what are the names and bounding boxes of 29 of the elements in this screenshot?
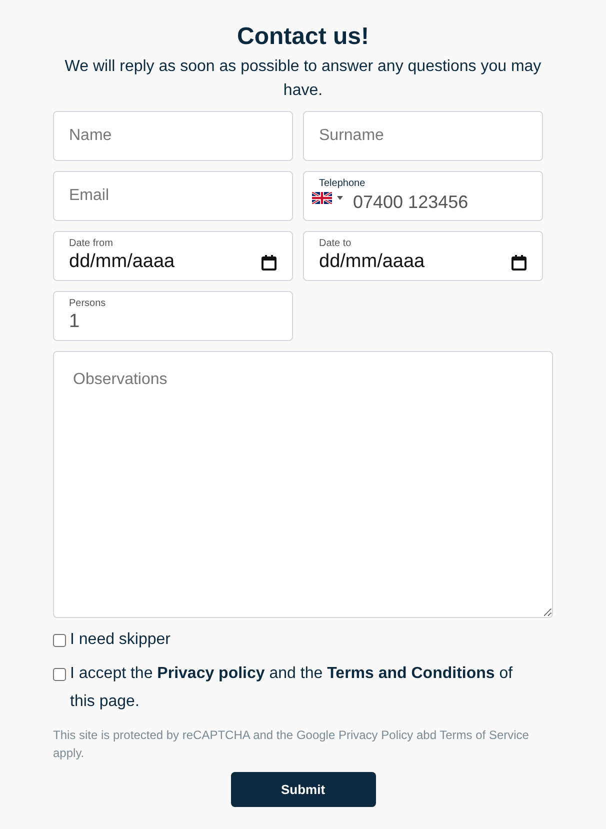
date-field[interactable]: Date from dd/mm/aaaa [53,231,293,281]
field-value: dd/mm/aaaa [69,250,175,274]
calendar-icon[interactable] [511,254,527,270]
field-label: Persons [69,298,107,310]
telephone-field[interactable]: Telephone 07400 123456 [303,171,543,221]
telephone-input[interactable]: 07400 123456 [353,190,523,214]
field-label: Date from [69,238,114,250]
field-label: Date to [319,238,352,250]
calendar-icon[interactable] [261,254,277,270]
field-value: dd/mm/aaaa [319,250,425,274]
caret-icon [337,196,343,200]
submit-button[interactable]: Submit [230,772,376,807]
country-selector[interactable] [312,192,343,204]
text-field[interactable]: Email [53,171,293,221]
number-field[interactable]: Persons 1 [53,291,293,341]
checkbox-label: I need skipper [70,630,171,650]
flag-icon[interactable] [312,192,332,204]
field-label: Telephone [319,178,366,190]
observations-field[interactable]: Observations [53,351,553,618]
text-field[interactable]: Surname [303,111,543,161]
checkbox[interactable] [53,668,66,681]
checkbox-label: I accept the Privacy policy and the Terms and Conditions of this page. [70,664,514,712]
recaptcha-notice: This site is protected by reCAPTCHA and the Google Privacy Policy abd Terms of Service apply. [53,727,530,762]
checkbox[interactable] [53,634,66,647]
date-field[interactable]: Date to dd/mm/aaaa [303,231,543,281]
form-title: Contact us! [237,22,369,52]
field-value: 1 [69,310,80,334]
text-field[interactable]: Name [53,111,293,161]
form-subtitle: We will reply as soon as possible to answer any questions you may have. [64,57,542,101]
